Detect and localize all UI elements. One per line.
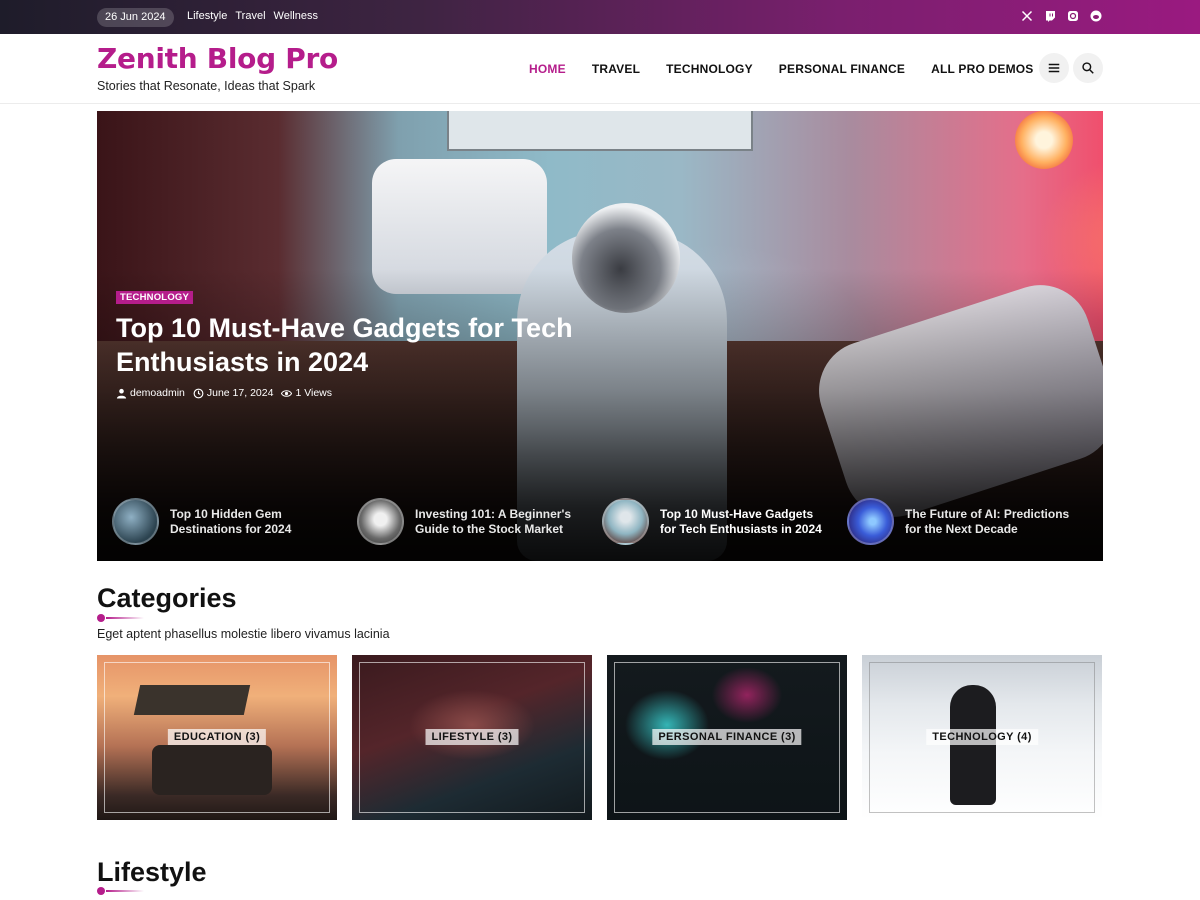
clock-icon — [193, 388, 204, 398]
nav-all-pro-demos[interactable]: ALL PRO DEMOS — [931, 62, 1049, 76]
hero-views-text: 1 Views — [295, 387, 333, 399]
search-icon — [1082, 62, 1094, 74]
top-link-travel[interactable]: Travel — [235, 10, 265, 22]
underline-dot — [97, 887, 105, 895]
heading-underline — [97, 887, 147, 895]
category-card-technology[interactable]: TECHNOLOGY (4) — [862, 655, 1102, 820]
reddit-icon[interactable] — [1090, 10, 1102, 22]
nav-technology[interactable]: TECHNOLOGY — [666, 62, 753, 76]
category-label[interactable]: TECHNOLOGY (4) — [926, 729, 1038, 745]
slider-thumb-title: The Future of AI: Predictions for the Ne… — [905, 506, 1070, 536]
category-card-personal-finance[interactable]: PERSONAL FINANCE (3) — [607, 655, 847, 820]
hero-meta: demoadmin June 17, 2024 1 Views — [116, 387, 332, 399]
hero-slider-thumbs: Top 10 Hidden Gem Destinations for 2024 … — [112, 498, 1092, 545]
top-link-wellness[interactable]: Wellness — [274, 10, 318, 22]
category-label[interactable]: PERSONAL FINANCE (3) — [652, 729, 802, 745]
nav-all-pro-demos-label[interactable]: ALL PRO DEMOS — [931, 62, 1033, 76]
hero-category-badge[interactable]: TECHNOLOGY — [116, 291, 194, 304]
search-button[interactable] — [1073, 53, 1103, 83]
underline-dot — [97, 614, 105, 622]
slider-thumb-image — [847, 498, 894, 545]
slider-thumb[interactable]: The Future of AI: Predictions for the Ne… — [847, 498, 1092, 545]
site-header: Zenith Blog Pro Stories that Resonate, I… — [0, 34, 1200, 104]
eye-icon — [281, 389, 293, 397]
slider-thumb-current[interactable]: Top 10 Must-Have Gadgets for Tech Enthus… — [602, 498, 847, 545]
lifestyle-heading: Lifestyle — [97, 857, 207, 887]
slider-thumb-image — [112, 498, 159, 545]
categories-subtitle: Eget aptent phasellus molestie libero vi… — [97, 627, 390, 641]
nav-home[interactable]: HOME — [529, 62, 566, 76]
category-label[interactable]: EDUCATION (3) — [167, 729, 267, 745]
top-links: Lifestyle Travel Wellness — [187, 10, 318, 22]
category-card-education[interactable]: EDUCATION (3) — [97, 655, 337, 820]
x-icon[interactable] — [1021, 10, 1033, 22]
heading-underline — [97, 614, 147, 622]
slider-thumb[interactable]: Top 10 Hidden Gem Destinations for 2024 — [112, 498, 357, 545]
category-cards: EDUCATION (3) LIFESTYLE (3) PERSONAL FIN… — [97, 655, 1102, 820]
date-badge: 26 Jun 2024 — [97, 8, 174, 27]
hero-author-name: demoadmin — [130, 387, 185, 399]
hero-date: June 17, 2024 — [193, 387, 274, 399]
nav-personal-finance[interactable]: PERSONAL FINANCE — [779, 62, 905, 76]
slider-thumb[interactable]: Investing 101: A Beginner's Guide to the… — [357, 498, 602, 545]
categories-heading: Categories — [97, 583, 237, 613]
hero-banner[interactable]: TECHNOLOGY Top 10 Must-Have Gadgets for … — [97, 111, 1103, 561]
user-icon — [116, 388, 127, 399]
hero-views: 1 Views — [281, 387, 332, 399]
hero-date-text: June 17, 2024 — [206, 387, 274, 399]
site-tagline: Stories that Resonate, Ideas that Spark — [97, 79, 316, 93]
instagram-icon[interactable] — [1067, 10, 1079, 22]
hamburger-menu-button[interactable] — [1039, 53, 1069, 83]
hero-title[interactable]: Top 10 Must-Have Gadgets for Tech Enthus… — [116, 311, 636, 379]
hero-author[interactable]: demoadmin — [116, 387, 185, 399]
category-label[interactable]: LIFESTYLE (3) — [425, 729, 519, 745]
slider-thumb-title: Investing 101: A Beginner's Guide to the… — [415, 506, 572, 536]
twitch-icon[interactable] — [1044, 10, 1056, 22]
top-link-lifestyle[interactable]: Lifestyle — [187, 10, 227, 22]
slider-thumb-title: Top 10 Hidden Gem Destinations for 2024 — [170, 506, 292, 536]
slider-thumb-image — [357, 498, 404, 545]
social-links — [1021, 10, 1102, 22]
nav-travel[interactable]: TRAVEL — [592, 62, 640, 76]
underline-line — [106, 890, 144, 892]
top-bar: 26 Jun 2024 Lifestyle Travel Wellness — [0, 0, 1200, 34]
hamburger-menu-icon — [1048, 63, 1060, 73]
slider-thumb-image — [602, 498, 649, 545]
category-card-lifestyle[interactable]: LIFESTYLE (3) — [352, 655, 592, 820]
site-title[interactable]: Zenith Blog Pro — [97, 42, 338, 75]
main-nav: HOME TRAVEL TECHNOLOGY PERSONAL FINANCE … — [529, 62, 1050, 76]
underline-line — [106, 617, 144, 619]
slider-thumb-title: Top 10 Must-Have Gadgets for Tech Enthus… — [660, 506, 822, 536]
